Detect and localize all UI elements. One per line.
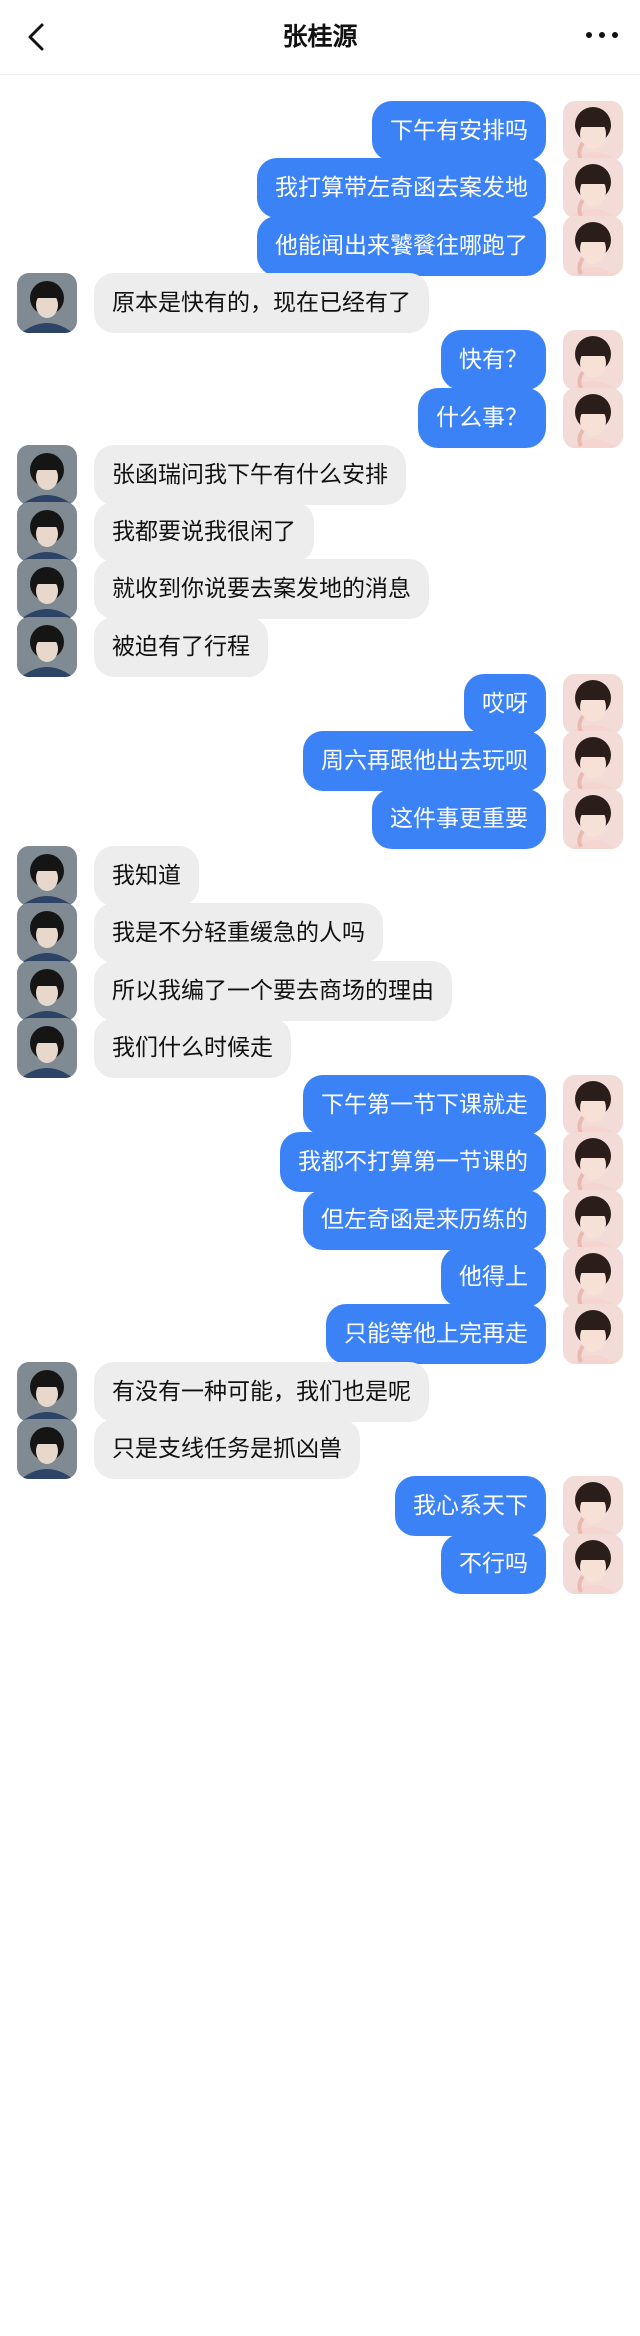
- message-bubble[interactable]: 只能等他上完再走: [326, 1304, 546, 1365]
- my-avatar[interactable]: [563, 1189, 623, 1250]
- contact-avatar[interactable]: [17, 960, 77, 1021]
- message-row-outgoing: 快有？: [0, 330, 640, 392]
- contact-avatar[interactable]: [17, 444, 77, 505]
- contact-avatar[interactable]: [17, 272, 77, 333]
- message-bubble[interactable]: 但左奇函是来历练的: [303, 1189, 546, 1250]
- contact-avatar[interactable]: [17, 1017, 77, 1078]
- message-row-outgoing: 只能等他上完再走: [0, 1304, 640, 1366]
- contact-avatar[interactable]: [17, 559, 77, 620]
- message-bubble[interactable]: 哎呀: [464, 674, 546, 734]
- message-bubble[interactable]: 我们什么时候走: [94, 1017, 291, 1078]
- my-avatar[interactable]: [563, 674, 623, 734]
- message-row-outgoing: 什么事？: [0, 387, 640, 450]
- message-bubble[interactable]: 周六再跟他出去玩呗: [303, 731, 546, 792]
- message-bubble[interactable]: 我打算带左奇函去案发地: [257, 158, 546, 219]
- message-row-outgoing: 他能闻出来饕餮往哪跑了: [0, 215, 640, 278]
- message-row-outgoing: 但左奇函是来历练的: [0, 1189, 640, 1252]
- message-bubble[interactable]: 所以我编了一个要去商场的理由: [94, 960, 452, 1021]
- my-avatar[interactable]: [563, 1247, 623, 1307]
- my-avatar[interactable]: [563, 1132, 623, 1193]
- message-row-incoming: 只是支线任务是抓凶兽: [0, 1418, 640, 1481]
- message-bubble[interactable]: 有没有一种可能，我们也是呢: [94, 1361, 429, 1422]
- message-bubble[interactable]: 我知道: [94, 845, 199, 906]
- message-bubble[interactable]: 他能闻出来饕餮往哪跑了: [257, 215, 546, 276]
- message-bubble[interactable]: 原本是快有的，现在已经有了: [94, 272, 429, 333]
- message-bubble[interactable]: 这件事更重要: [372, 788, 546, 849]
- my-avatar[interactable]: [563, 215, 623, 276]
- message-bubble[interactable]: 我心系天下: [395, 1476, 546, 1537]
- my-avatar[interactable]: [563, 1304, 623, 1365]
- my-avatar[interactable]: [563, 1476, 623, 1537]
- message-bubble[interactable]: 只是支线任务是抓凶兽: [94, 1418, 360, 1479]
- message-row-outgoing: 他得上: [0, 1247, 640, 1309]
- message-bubble[interactable]: 什么事？: [418, 387, 546, 448]
- message-row-incoming: 被迫有了行程: [0, 616, 640, 679]
- message-bubble[interactable]: 下午第一节下课就走: [303, 1075, 546, 1136]
- my-avatar[interactable]: [563, 731, 623, 792]
- message-row-outgoing: 不行吗: [0, 1533, 640, 1596]
- contact-avatar[interactable]: [17, 1418, 77, 1479]
- message-row-incoming: 我是不分轻重缓急的人吗: [0, 903, 640, 965]
- contact-avatar[interactable]: [17, 502, 77, 563]
- message-bubble[interactable]: 被迫有了行程: [94, 616, 268, 677]
- message-row-outgoing: 这件事更重要: [0, 788, 640, 851]
- message-row-outgoing: 周六再跟他出去玩呗: [0, 731, 640, 793]
- message-row-outgoing: 下午第一节下课就走: [0, 1075, 640, 1137]
- message-row-incoming: 张函瑞问我下午有什么安排: [0, 444, 640, 507]
- message-bubble[interactable]: 就收到你说要去案发地的消息: [94, 559, 429, 620]
- message-row-incoming: 就收到你说要去案发地的消息: [0, 559, 640, 621]
- message-row-incoming: 有没有一种可能，我们也是呢: [0, 1361, 640, 1424]
- message-row-incoming: 原本是快有的，现在已经有了: [0, 272, 640, 335]
- message-row-incoming: 我知道: [0, 845, 640, 908]
- contact-avatar[interactable]: [17, 903, 77, 964]
- message-row-incoming: 我们什么时候走: [0, 1017, 640, 1080]
- message-bubble[interactable]: 我都不打算第一节课的: [280, 1132, 546, 1193]
- message-row-outgoing: 我都不打算第一节课的: [0, 1132, 640, 1194]
- message-bubble[interactable]: 张函瑞问我下午有什么安排: [94, 444, 406, 505]
- message-bubble[interactable]: 快有？: [441, 330, 546, 391]
- my-avatar[interactable]: [563, 1075, 623, 1136]
- contact-avatar[interactable]: [17, 616, 77, 677]
- my-avatar[interactable]: [563, 158, 623, 219]
- message-row-incoming: 我都要说我很闲了: [0, 502, 640, 564]
- more-options-icon[interactable]: [584, 30, 620, 40]
- top-bar: 张桂源: [0, 0, 640, 75]
- message-row-outgoing: 下午有安排吗: [0, 101, 640, 163]
- my-avatar[interactable]: [563, 387, 623, 448]
- message-row-outgoing: 哎呀: [0, 674, 640, 736]
- my-avatar[interactable]: [563, 1533, 623, 1594]
- message-bubble[interactable]: 不行吗: [441, 1533, 546, 1594]
- my-avatar[interactable]: [563, 330, 623, 391]
- my-avatar[interactable]: [563, 101, 623, 161]
- message-bubble[interactable]: 他得上: [441, 1247, 546, 1307]
- chat-title: 张桂源: [282, 22, 358, 51]
- message-bubble[interactable]: 下午有安排吗: [372, 101, 546, 161]
- message-row-incoming: 所以我编了一个要去商场的理由: [0, 960, 640, 1023]
- message-row-outgoing: 我打算带左奇函去案发地: [0, 158, 640, 220]
- message-row-outgoing: 我心系天下: [0, 1476, 640, 1538]
- my-avatar[interactable]: [563, 788, 623, 849]
- contact-avatar[interactable]: [17, 845, 77, 906]
- contact-avatar[interactable]: [17, 1361, 77, 1422]
- message-bubble[interactable]: 我都要说我很闲了: [94, 502, 314, 563]
- message-bubble[interactable]: 我是不分轻重缓急的人吗: [94, 903, 383, 964]
